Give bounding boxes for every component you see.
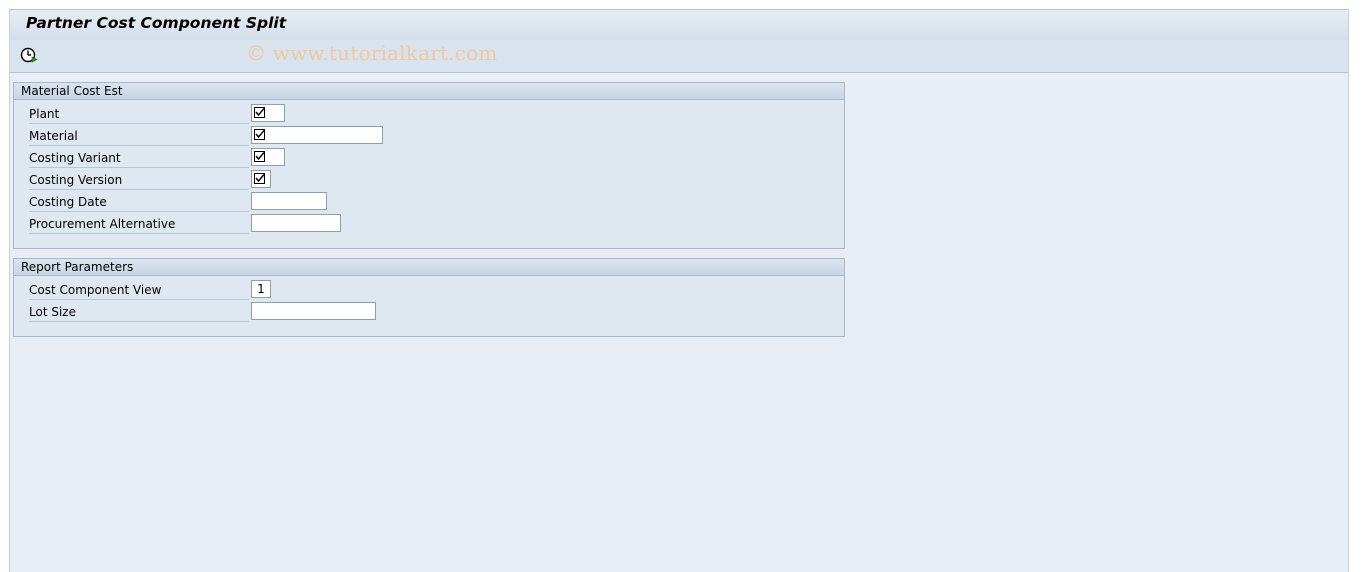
cost-component-view-label: Cost Component View [29,279,249,300]
sap-window: Partner Cost Component Split © www.tutor… [9,9,1349,572]
required-check-icon [254,173,265,184]
required-check-icon [254,107,265,118]
procurement-alternative-field[interactable] [251,214,341,232]
group-title: Material Cost Est [14,83,844,100]
lot-size-field[interactable] [251,302,376,320]
material-field[interactable] [251,126,383,144]
material-label: Material [29,125,249,146]
procurement-alternative-label: Procurement Alternative [29,213,249,234]
report-parameters-group: Report Parameters Cost Component View 1 … [13,258,845,337]
lot-size-label: Lot Size [29,301,249,322]
required-check-icon [254,151,265,162]
costing-version-field[interactable] [251,170,271,188]
costing-variant-field[interactable] [251,148,285,166]
cost-component-view-field[interactable]: 1 [251,280,271,298]
material-cost-est-group: Material Cost Est Plant Material Costing… [13,82,845,249]
watermark-text: © www.tutorialkart.com [246,41,498,65]
required-check-icon [254,129,265,140]
costing-version-label: Costing Version [29,169,249,190]
costing-variant-label: Costing Variant [29,147,249,168]
title-bar: Partner Cost Component Split [10,9,1348,41]
execute-button[interactable] [20,46,40,66]
costing-date-field[interactable] [251,192,327,210]
application-toolbar: © www.tutorialkart.com [10,40,1348,73]
page-title: Partner Cost Component Split [26,14,287,32]
costing-date-label: Costing Date [29,191,249,212]
plant-field[interactable] [251,104,285,122]
group-title: Report Parameters [14,259,844,276]
execute-clock-icon [20,46,40,64]
plant-label: Plant [29,103,249,124]
